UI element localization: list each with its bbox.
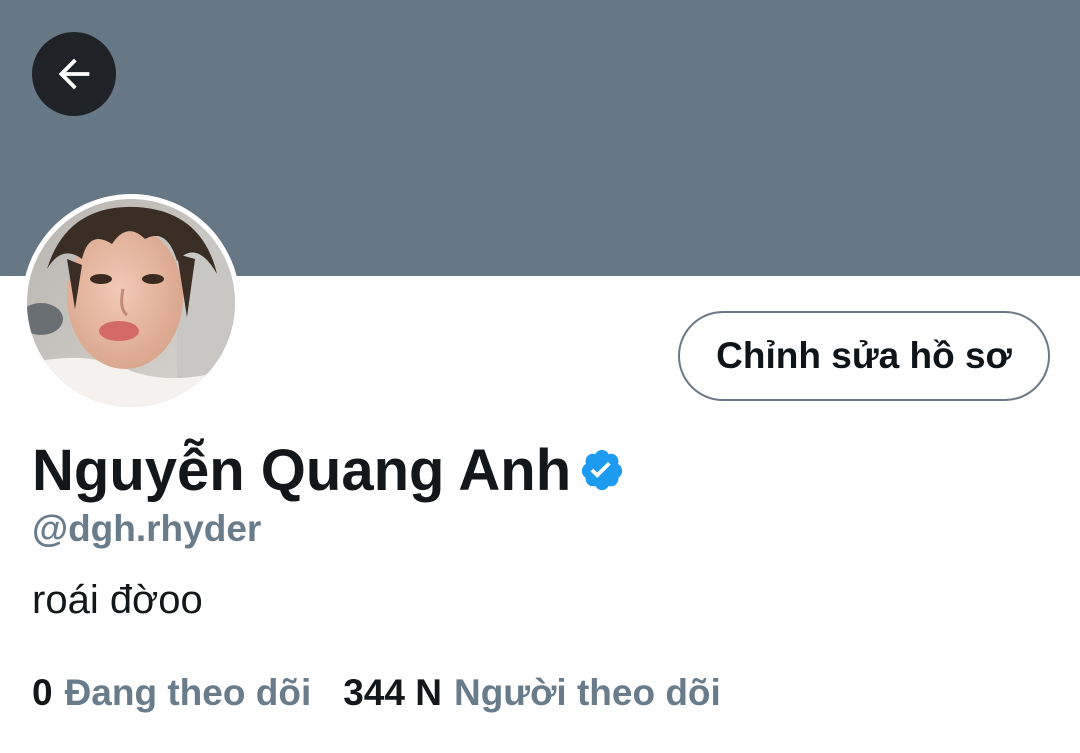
followers-label: Người theo dõi [453,672,721,713]
display-name: Nguyễn Quang Anh [32,437,572,503]
arrow-left-icon [58,58,90,90]
verified-badge-icon[interactable] [579,447,625,493]
following-label: Đang theo dõi [64,672,312,713]
avatar-photo [27,199,235,407]
profile-stats: 0 Đang theo dõi 344 N Người theo dõi [32,672,721,714]
following-count: 0 [32,672,53,713]
profile-page: Chỉnh sửa hồ sơ Nguyễn Quang Anh @dgh.rh… [0,0,1080,753]
name-row: Nguyễn Quang Anh [32,432,625,508]
edit-profile-button[interactable]: Chỉnh sửa hồ sơ [678,311,1050,401]
avatar[interactable] [27,199,235,407]
following-stat[interactable]: 0 Đang theo dõi [32,672,311,714]
profile-bio: roái đờoo [32,578,203,622]
user-handle: @dgh.rhyder [32,508,262,549]
edit-profile-label: Chỉnh sửa hồ sơ [716,335,1012,376]
followers-count: 344 N [343,672,442,713]
back-button[interactable] [32,32,116,116]
followers-stat[interactable]: 344 N Người theo dõi [343,672,721,714]
